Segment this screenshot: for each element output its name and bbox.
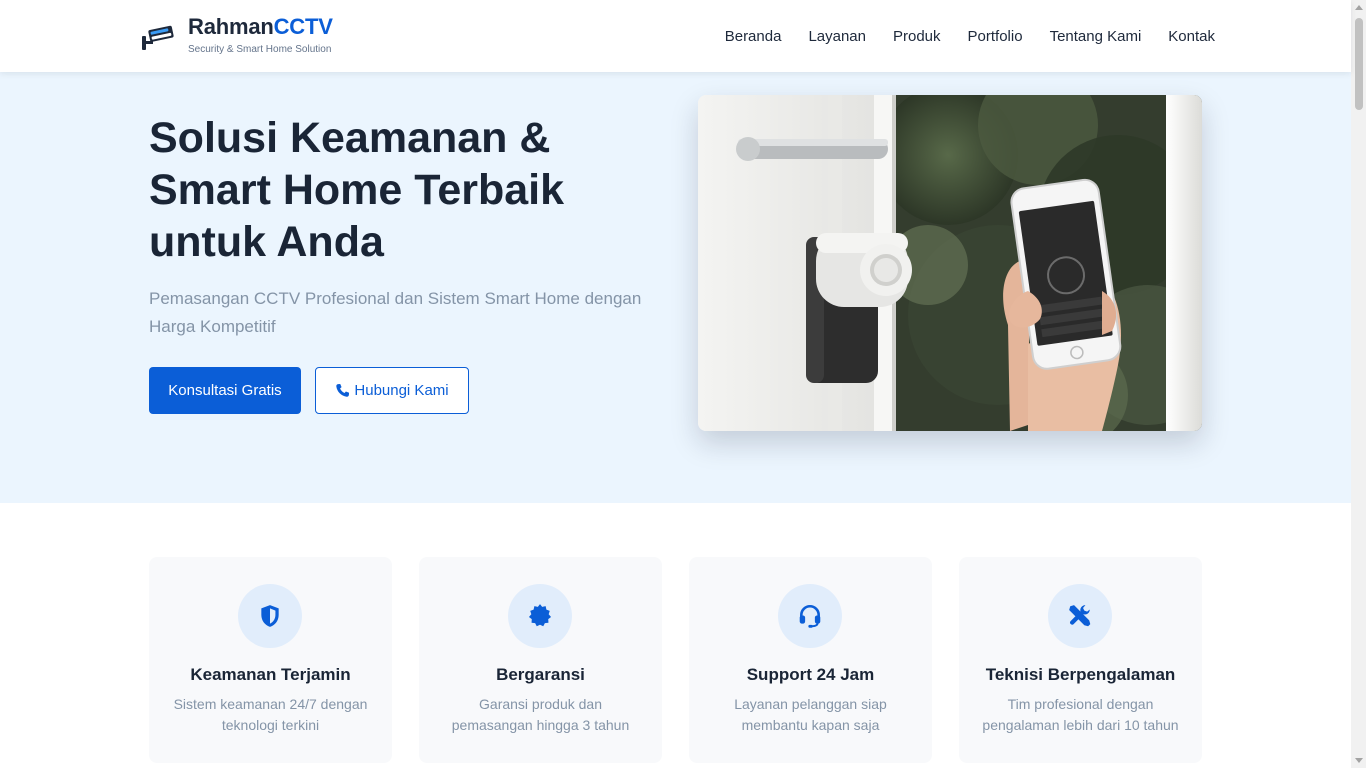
- feature-title: Teknisi Berpengalaman: [985, 665, 1176, 684]
- cctv-camera-icon: [142, 25, 174, 50]
- brand-name: RahmanCCTV: [188, 14, 333, 39]
- navbar: RahmanCCTV Security & Smart Home Solutio…: [0, 0, 1351, 72]
- feature-desc: Layanan pelanggan siap membantu kapan sa…: [734, 696, 887, 733]
- main-nav: Beranda Layanan Produk Portfolio Tentang…: [725, 0, 1215, 72]
- feature-card-keamanan: Keamanan Terjamin Sistem keamanan 24/7 d…: [149, 557, 392, 763]
- feature-title: Bergaransi: [496, 665, 585, 684]
- feature-card-support: Support 24 Jam Layanan pelanggan siap me…: [689, 557, 932, 763]
- smart-lock-phone-photo: [698, 95, 1202, 431]
- nav-item-portfolio[interactable]: Portfolio: [968, 28, 1023, 45]
- feature-desc: Tim profesional dengan pengalaman lebih …: [982, 696, 1179, 733]
- tools-icon: [1069, 605, 1091, 627]
- consult-button[interactable]: Konsultasi Gratis: [149, 367, 301, 414]
- headset-icon: [799, 604, 821, 628]
- feature-card-garansi: Bergaransi Garansi produk dan pemasangan…: [419, 557, 662, 763]
- shield-icon: [261, 605, 279, 627]
- hero-title: Solusi Keamanan & Smart Home Terbaik unt…: [149, 114, 565, 266]
- feature-desc: Sistem keamanan 24/7 dengan teknologi te…: [173, 696, 368, 733]
- nav-item-kontak[interactable]: Kontak: [1168, 28, 1215, 45]
- scroll-thumb[interactable]: [1355, 18, 1363, 110]
- hero-subtitle: Pemasangan CCTV Profesional dan Sistem S…: [149, 289, 642, 336]
- page-scrollbar[interactable]: [1351, 0, 1366, 768]
- brand-tagline: Security & Smart Home Solution: [188, 44, 332, 55]
- nav-item-beranda[interactable]: Beranda: [725, 28, 782, 45]
- scroll-up-icon[interactable]: [1355, 5, 1363, 10]
- contact-button[interactable]: Hubungi Kami: [315, 367, 469, 414]
- feature-title: Keamanan Terjamin: [190, 665, 351, 684]
- feature-card-teknisi: Teknisi Berpengalaman Tim profesional de…: [959, 557, 1202, 763]
- feature-desc: Garansi produk dan pemasangan hingga 3 t…: [451, 696, 630, 733]
- scroll-down-icon[interactable]: [1355, 758, 1363, 763]
- hero-image: [698, 95, 1202, 431]
- badge-certificate-icon: [528, 604, 552, 627]
- brand-logo[interactable]: RahmanCCTV Security & Smart Home Solutio…: [140, 14, 333, 56]
- nav-item-tentang-kami[interactable]: Tentang Kami: [1050, 28, 1142, 45]
- feature-title: Support 24 Jam: [746, 665, 875, 684]
- nav-item-layanan[interactable]: Layanan: [808, 28, 866, 45]
- contact-button-label: Hubungi Kami: [354, 382, 449, 399]
- phone-icon: [336, 383, 350, 397]
- nav-item-produk[interactable]: Produk: [893, 28, 941, 45]
